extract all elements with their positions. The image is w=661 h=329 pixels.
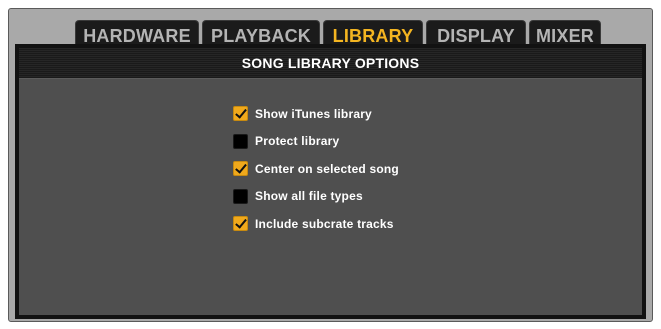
option-label: Center on selected song — [255, 161, 399, 176]
option-include-subcrate-tracks[interactable]: Include subcrate tracks — [233, 210, 399, 238]
option-show-all-file-types[interactable]: Show all file types — [233, 183, 399, 211]
checkbox-show-all-file-types[interactable] — [233, 188, 248, 204]
option-label: Include subcrate tracks — [255, 216, 394, 231]
panel-body: SONG LIBRARY OPTIONS Show iTunes library… — [19, 48, 642, 315]
option-center-on-selected-song[interactable]: Center on selected song — [233, 155, 399, 183]
checkbox-center-on-selected-song[interactable] — [233, 161, 248, 177]
checkbox-include-subcrate-tracks[interactable] — [233, 216, 248, 232]
panel-title: SONG LIBRARY OPTIONS — [19, 48, 642, 79]
checkbox-show-itunes-library[interactable] — [233, 106, 248, 122]
checkbox-protect-library[interactable] — [233, 133, 248, 149]
song-library-options-panel: SONG LIBRARY OPTIONS Show iTunes library… — [15, 44, 646, 319]
option-label: Show all file types — [255, 189, 363, 204]
options-list: Show iTunes library Protect library Cent… — [233, 100, 399, 238]
option-label: Protect library — [255, 134, 340, 149]
option-protect-library[interactable]: Protect library — [233, 128, 399, 156]
option-show-itunes-library[interactable]: Show iTunes library — [233, 100, 399, 128]
option-label: Show iTunes library — [255, 106, 372, 121]
